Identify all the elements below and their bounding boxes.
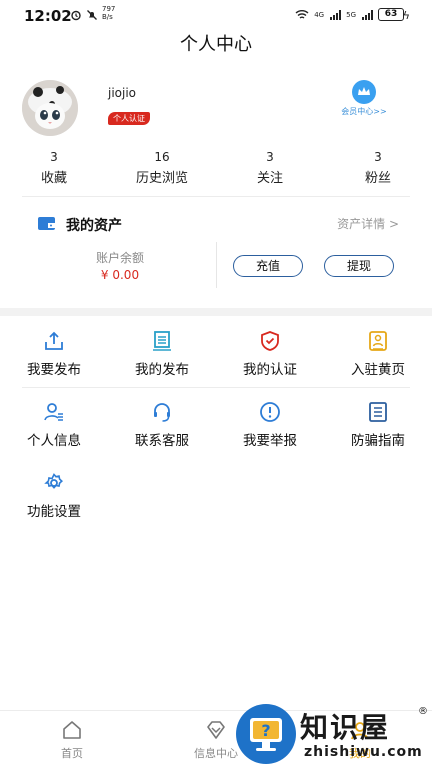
registered-mark: ®	[418, 706, 428, 717]
menu-my-posts[interactable]: 我的发布	[108, 330, 216, 390]
stat-value: 3	[50, 150, 58, 164]
net-speed-value: 797	[102, 5, 116, 13]
alarm-icon	[71, 10, 81, 21]
status-time: 12:02	[24, 7, 72, 25]
menu-publish[interactable]: 我要发布	[0, 330, 108, 390]
menu-label: 联系客服	[135, 433, 189, 449]
menu-label: 防骗指南	[351, 433, 405, 449]
menu-label: 我要举报	[243, 433, 297, 449]
watermark-text: 知识屋	[300, 711, 391, 744]
headset-icon	[154, 403, 170, 422]
charging-icon: ϟ	[402, 9, 410, 22]
svg-text:?: ?	[261, 721, 270, 740]
stats-row: 3 收藏 16 历史浏览 3 关注 3 粉丝	[0, 150, 432, 186]
stat-label: 收藏	[40, 171, 67, 186]
balance-value: ¥ 0.00	[100, 268, 140, 282]
menu-label: 入驻黄页	[351, 362, 405, 378]
watermark-logo: ?	[236, 704, 296, 764]
stat-following[interactable]: 3 关注	[216, 150, 324, 186]
menu-personal-info[interactable]: 个人信息	[0, 401, 108, 461]
menu-label: 我要发布	[27, 362, 81, 378]
net-speed-unit: B/s	[102, 13, 113, 21]
nav-label: 首页	[61, 747, 83, 760]
stat-label: 历史浏览	[135, 171, 188, 186]
menu-label: 功能设置	[27, 504, 81, 520]
user-info-icon	[44, 403, 63, 421]
wifi-icon	[295, 9, 309, 19]
menu-my-verification[interactable]: 我的认证	[216, 330, 324, 390]
vip-center-link[interactable]: 会员中心>>	[340, 80, 388, 117]
shield-check-icon	[261, 331, 279, 351]
balance-label: 账户余额	[95, 251, 144, 265]
cat-avatar-icon	[22, 80, 78, 136]
signal-bars-icon	[330, 9, 342, 20]
verification-badge: 个人认证	[108, 112, 150, 125]
stat-favorites[interactable]: 3 收藏	[0, 150, 108, 186]
section-separator	[0, 308, 432, 316]
signal-1-label: 4G	[314, 10, 325, 19]
document-list-icon	[153, 331, 171, 351]
signal-2-label: 5G	[346, 10, 356, 19]
report-alert-icon	[260, 402, 280, 422]
menu-label: 我的认证	[243, 362, 297, 378]
divider	[22, 196, 410, 197]
gear-icon	[44, 473, 63, 489]
vip-center-label: 会员中心>>	[341, 107, 387, 116]
stat-value: 3	[266, 150, 274, 164]
divider	[22, 387, 410, 388]
upload-icon	[45, 331, 63, 350]
username: jiojio	[108, 86, 137, 100]
status-left-icons	[70, 9, 98, 21]
menu-customer-service[interactable]: 联系客服	[108, 401, 216, 461]
stat-fans[interactable]: 3 粉丝	[324, 150, 432, 186]
net-speed: 797 B/s	[102, 5, 115, 21]
recharge-button[interactable]: 充值	[233, 255, 303, 277]
yellow-pages-icon	[369, 331, 387, 351]
menu-label: 我的发布	[135, 362, 189, 378]
stat-label: 粉丝	[364, 171, 391, 186]
mute-bell-icon	[87, 10, 97, 20]
battery-indicator: 63	[378, 8, 404, 21]
crown-icon	[352, 80, 376, 104]
vertical-divider	[216, 242, 217, 288]
status-right: 4G 5G 63	[295, 8, 404, 21]
signal-bars-icon	[362, 9, 373, 20]
menu-report[interactable]: 我要举报	[216, 401, 324, 461]
menu-yellow-pages[interactable]: 入驻黄页	[324, 330, 432, 390]
diamond-icon	[207, 721, 225, 739]
assets-detail-link[interactable]: 资产详情 >	[337, 215, 399, 232]
home-icon	[63, 721, 81, 739]
nav-home[interactable]: 首页	[32, 719, 112, 761]
menu-settings[interactable]: 功能设置	[0, 472, 108, 532]
menu-anti-fraud-guide[interactable]: 防骗指南	[324, 401, 432, 461]
guide-book-icon	[369, 402, 387, 422]
assets-title: 我的资产	[66, 218, 122, 234]
stat-value: 16	[154, 150, 170, 164]
stat-value: 3	[374, 150, 382, 164]
avatar[interactable]	[22, 80, 78, 136]
page-title: 个人中心	[180, 34, 252, 55]
wallet-icon	[38, 217, 55, 230]
status-bar: 12:02 797 B/s 4G 5G 63 ϟ	[0, 0, 432, 30]
stat-history[interactable]: 16 历史浏览	[108, 150, 216, 186]
watermark-url: zhishiwu.com	[304, 744, 423, 760]
stat-label: 关注	[256, 171, 283, 186]
question-monitor-icon: ?	[250, 718, 282, 751]
menu-label: 个人信息	[27, 433, 81, 449]
withdraw-button[interactable]: 提现	[324, 255, 394, 277]
